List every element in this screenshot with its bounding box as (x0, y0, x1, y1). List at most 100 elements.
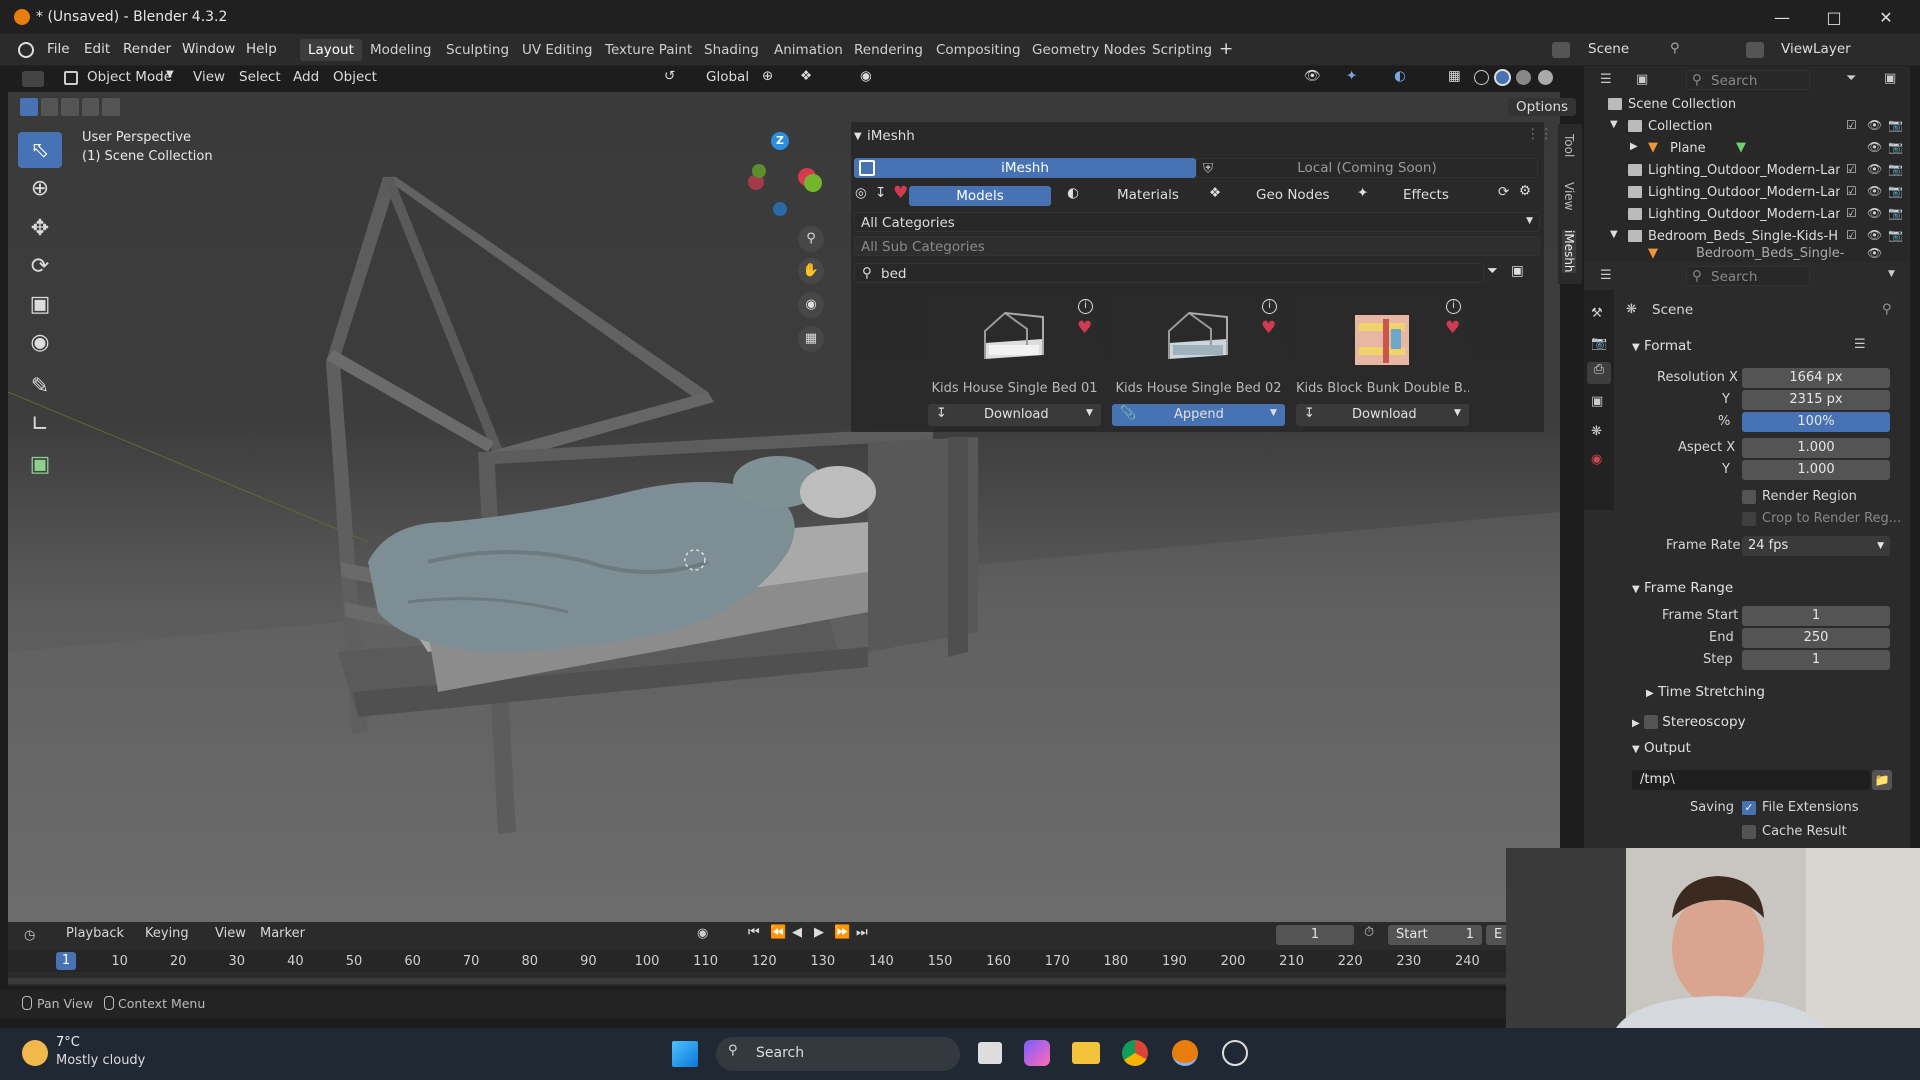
filter-icon[interactable]: ⏷ (1487, 263, 1498, 279)
resolution-x-field[interactable]: 1664 px (1742, 368, 1890, 388)
menu-edit[interactable]: Edit (84, 41, 110, 57)
keying-menu[interactable]: Keying (145, 926, 189, 941)
folder-icon[interactable]: 📁 (1872, 770, 1892, 790)
pivot-icon[interactable]: ⊕ (762, 68, 773, 84)
current-frame-field[interactable]: 1 (1276, 925, 1354, 945)
scene-icon[interactable] (1552, 42, 1570, 58)
frame-rate-select[interactable]: 24 fps ▼ (1742, 536, 1890, 556)
exclude-checkbox[interactable]: ☑ (1846, 228, 1857, 242)
tab-texture-paint[interactable]: Texture Paint (597, 39, 700, 61)
camera-view-icon[interactable]: ◉ (798, 292, 824, 318)
eye-icon[interactable]: 👁 (1867, 184, 1882, 198)
info-icon[interactable]: i (1446, 299, 1461, 314)
asset-2-append-button[interactable]: 📎 Append ▼ (1112, 404, 1285, 426)
add-cube-icon[interactable]: ▣ (18, 446, 62, 482)
material-shading-icon[interactable] (1516, 70, 1531, 85)
pin-icon[interactable]: ⚲ (1882, 302, 1892, 317)
timeline-scrubber[interactable] (8, 978, 1540, 984)
object-mode-select[interactable]: Object Mode (87, 69, 172, 85)
task-view-icon[interactable] (978, 1042, 1002, 1064)
tab-layout[interactable]: Layout (300, 39, 362, 61)
tab-sculpting[interactable]: Sculpting (438, 39, 517, 61)
chrome-icon[interactable] (1122, 1040, 1148, 1066)
move-icon[interactable]: ✥ (18, 210, 62, 246)
info-icon[interactable]: i (1262, 299, 1277, 314)
frame-step-field[interactable]: 1 (1742, 650, 1890, 670)
xray-icon[interactable]: ▦ (1448, 68, 1461, 84)
display-mode-icon[interactable]: ▣ (1636, 72, 1648, 87)
outliner-search-input[interactable]: ⚲ Search (1686, 70, 1810, 90)
all-sub-categories-select[interactable]: All Sub Categories (854, 236, 1540, 256)
world-tab-icon[interactable]: ◉ (1591, 452, 1602, 467)
camera-icon[interactable]: 📷 (1888, 140, 1903, 154)
timeline-editor-icon[interactable]: ◷ (24, 928, 35, 943)
asset-3-download-button[interactable]: ↧ Download ▼ (1296, 404, 1469, 426)
crop-checkbox[interactable] (1742, 512, 1756, 526)
resolution-y-field[interactable]: 2315 px (1742, 390, 1890, 410)
camera-icon[interactable]: 📷 (1888, 184, 1903, 198)
marker-menu[interactable]: Marker (260, 926, 305, 941)
orientation-icon[interactable]: ↺ (664, 68, 675, 84)
tab-compositing[interactable]: Compositing (928, 39, 1029, 61)
blender-taskbar-icon[interactable] (1172, 1040, 1198, 1066)
menu-window[interactable]: Window (182, 41, 235, 57)
eye-icon[interactable]: 👁 (1867, 140, 1882, 154)
navigation-gizmo[interactable]: Z (740, 128, 822, 216)
eye-icon[interactable]: 👁 (1867, 162, 1882, 176)
playback-menu[interactable]: Playback (66, 926, 124, 941)
view-options-icon[interactable]: ▣ (1511, 263, 1524, 279)
weather-temp[interactable]: 7°C (56, 1035, 80, 1050)
stereoscopy-checkbox[interactable] (1644, 715, 1658, 729)
render-region-checkbox[interactable] (1742, 490, 1756, 504)
scale-icon[interactable]: ▣ (18, 286, 62, 322)
file-explorer-icon[interactable] (1072, 1042, 1100, 1064)
menu-help[interactable]: Help (246, 41, 277, 57)
outliner-editor-icon[interactable]: ☰ (1600, 72, 1612, 87)
new-collection-icon[interactable]: ▣ (1884, 71, 1896, 86)
tool-tab-icon[interactable]: ⚒ (1591, 306, 1603, 321)
weather-icon[interactable] (22, 1040, 48, 1066)
ortho-toggle-icon[interactable]: ▦ (798, 326, 824, 352)
time-stretching-section[interactable]: ▶ Time Stretching (1646, 684, 1765, 700)
output-tab-icon[interactable]: ⎙ (1587, 362, 1611, 384)
rendered-shading-icon[interactable] (1538, 70, 1553, 85)
timeline-start-field[interactable]: Start 1 (1388, 925, 1482, 945)
file-extensions-checkbox[interactable]: ✓ (1742, 801, 1756, 815)
chevron-down-icon[interactable]: ▼ (1270, 408, 1277, 418)
expand-chevron-icon[interactable]: ▼ (1610, 119, 1618, 130)
annotate-icon[interactable]: ✎ (18, 368, 62, 404)
outliner-row-scene-collection[interactable]: Scene Collection (1584, 94, 1910, 116)
measure-icon[interactable]: ∟ (18, 406, 62, 442)
sidebar-tab-imeshh[interactable]: iMeshh (1562, 230, 1576, 273)
refresh-icon[interactable]: ⟳ (1498, 184, 1509, 200)
presets-icon[interactable]: ☰ (1854, 337, 1866, 352)
eye-icon[interactable]: 👁 (1867, 206, 1882, 220)
eye-icon[interactable]: 👁 (1867, 246, 1882, 260)
gear-icon[interactable]: ⚙ (1519, 183, 1531, 199)
recorder-icon[interactable] (1222, 1040, 1248, 1066)
tab-geometry-nodes[interactable]: Geometry Nodes (1024, 39, 1154, 61)
render-tab-icon[interactable]: 📷 (1591, 336, 1607, 351)
exclude-checkbox[interactable]: ☑ (1846, 206, 1857, 220)
taskbar-search[interactable]: ⚲ Search (716, 1037, 960, 1071)
view-layer-name[interactable]: ViewLayer (1781, 41, 1851, 57)
sidebar-tab-view[interactable]: View (1562, 182, 1576, 210)
wireframe-shading-icon[interactable] (1474, 70, 1489, 85)
tab-uv-editing[interactable]: UV Editing (514, 39, 600, 61)
imeshh-main-tab[interactable]: iMeshh (854, 158, 1196, 178)
chevron-down-icon[interactable]: ▼ (1454, 408, 1461, 418)
frame-end-field[interactable]: 250 (1742, 628, 1890, 648)
tab-scripting[interactable]: Scripting (1144, 39, 1220, 61)
properties-search-input[interactable]: ⚲ Search (1686, 266, 1810, 286)
download-icon[interactable]: ↧ (875, 185, 886, 201)
view-menu[interactable]: View (193, 69, 225, 85)
exclude-checkbox[interactable]: ☑ (1846, 184, 1857, 198)
solid-shading-icon[interactable] (1494, 69, 1511, 86)
windows-start-icon[interactable] (672, 1041, 698, 1067)
outliner-row-lighting-3[interactable]: Lighting_Outdoor_Modern-Lan ☑ 👁 📷 (1584, 204, 1910, 226)
gizmo-z-axis[interactable]: Z (771, 132, 789, 150)
expand-chevron-icon[interactable]: ▼ (1610, 229, 1618, 240)
scene-tab-icon[interactable]: ❋ (1591, 424, 1602, 439)
prev-keyframe-icon[interactable]: ⏪ (770, 925, 786, 940)
frame-range-section-header[interactable]: ▼ Frame Range (1632, 580, 1733, 596)
